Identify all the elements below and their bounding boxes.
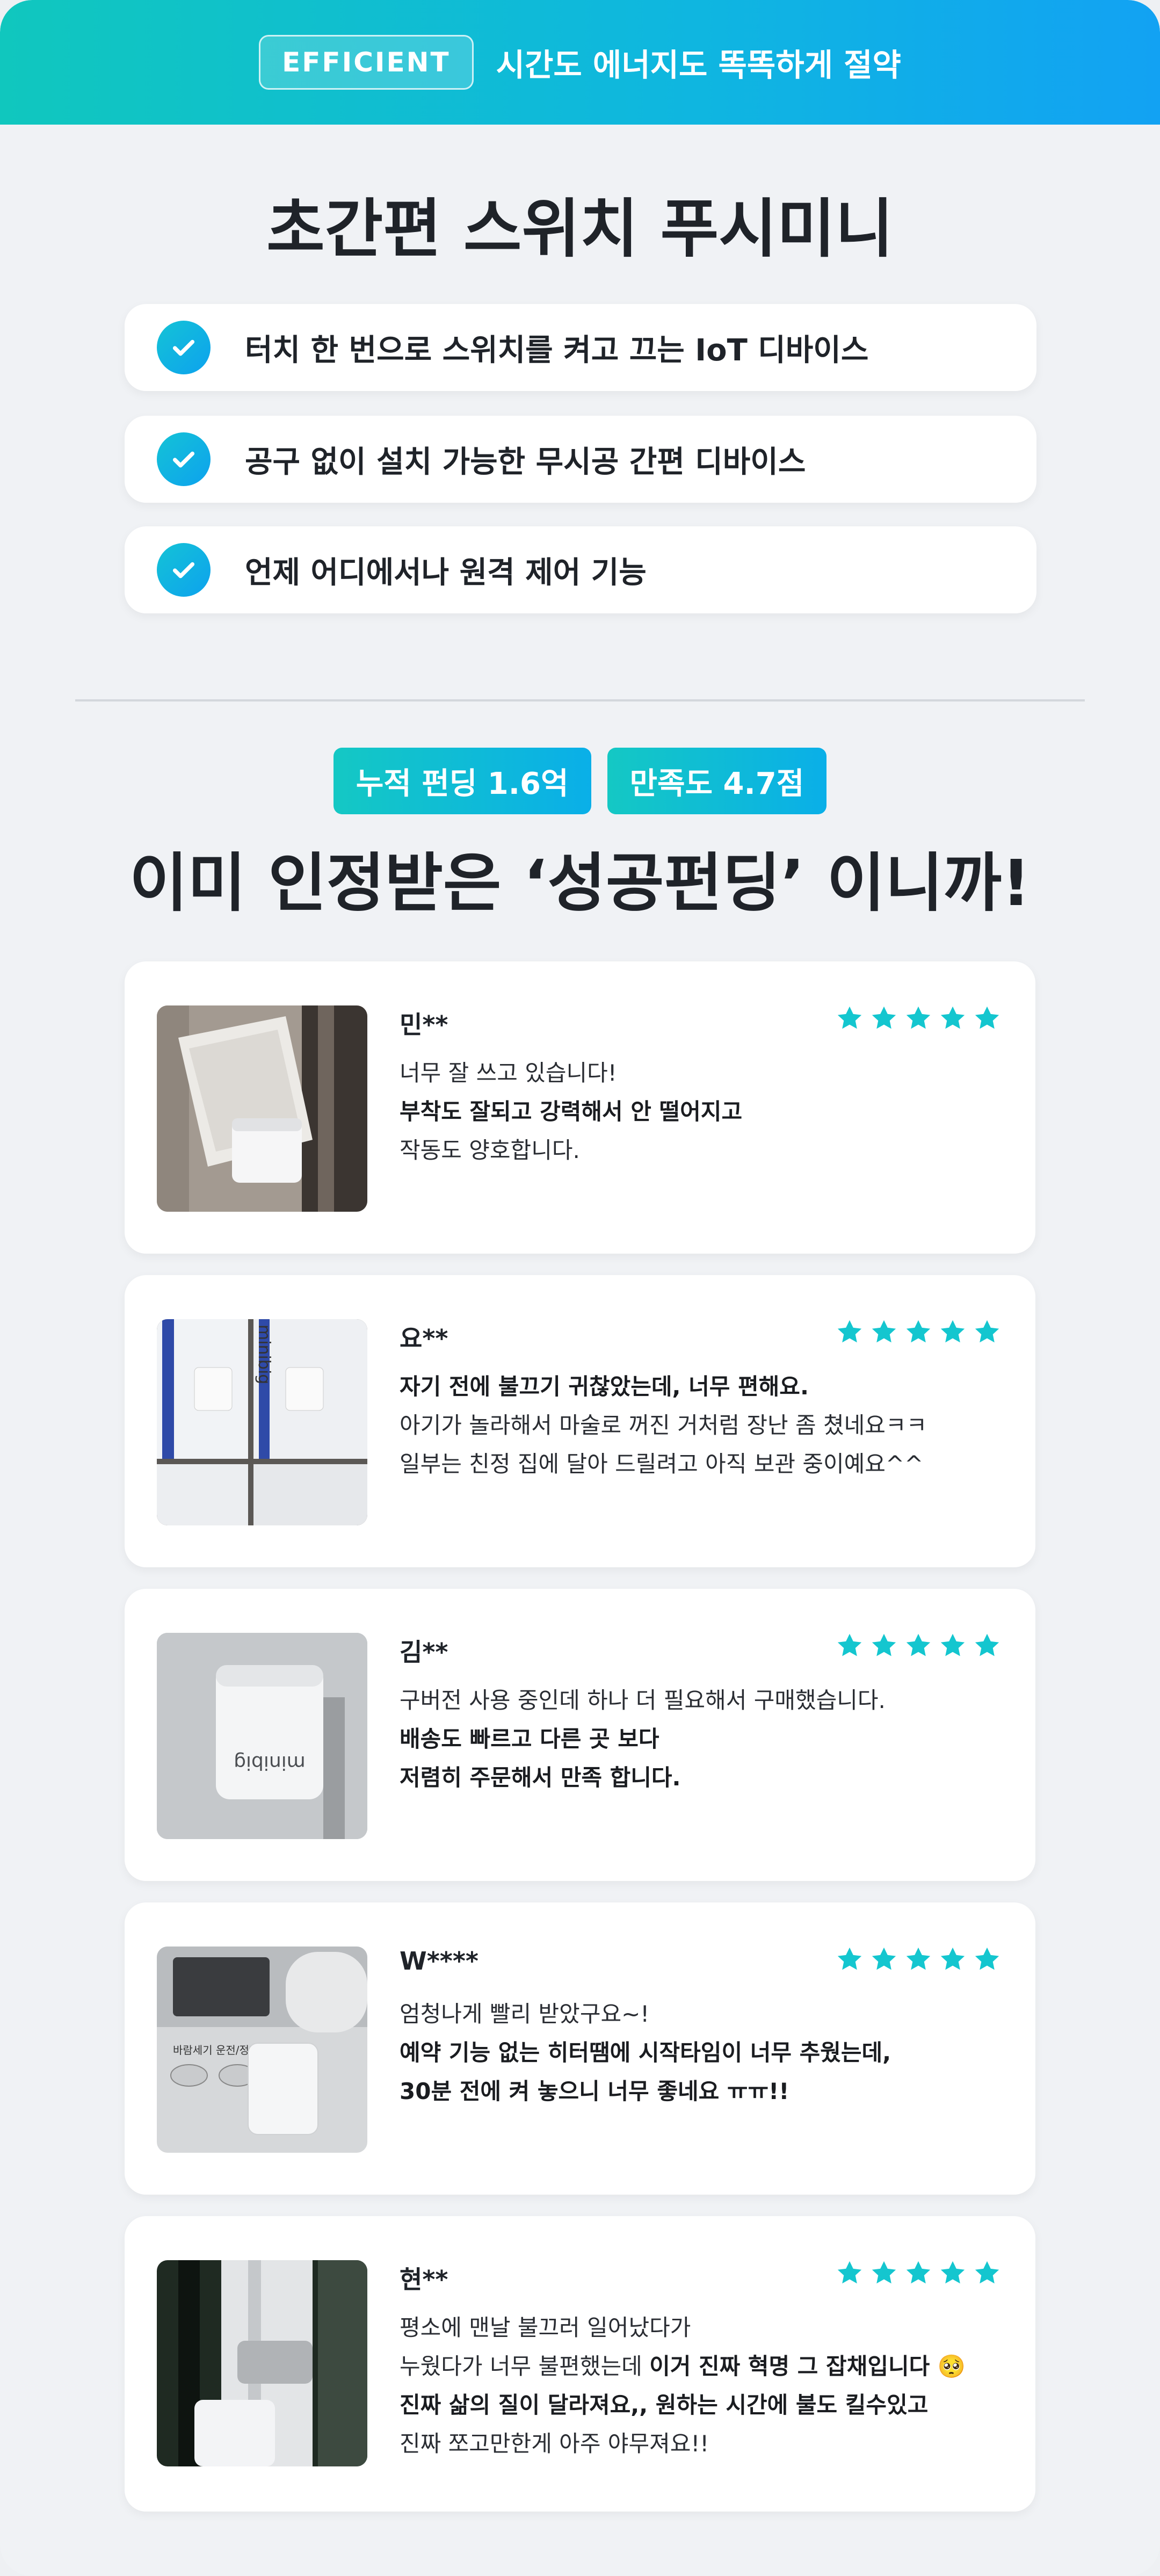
star-icon	[837, 1947, 862, 1970]
review-card: 바람세기 운전/정지 W**** 엄청나게 빨리 받았구요~! 예약 기능 없는…	[125, 1902, 1035, 2195]
review-text: 너무 잘 쓰고 있습니다! 부착도 잘되고 강력해서 안 떨어지고 작동도 양호…	[400, 1054, 1012, 1170]
stats-badges: 누적 펀딩 1.6억 만족도 4.7점	[0, 748, 1160, 814]
review-line: 아기가 놀라해서 마술로 꺼진 거처럼 장난 좀 쳤네요ㅋㅋ	[400, 1412, 927, 1438]
star-rating	[835, 1003, 1002, 1033]
reviewer-name: 현**	[400, 2265, 448, 2294]
review-line-bold-part: 이거 진짜 혁명 그 잡채입니다 🥺	[649, 2353, 966, 2379]
star-icon	[872, 1947, 896, 1970]
review-text: 자기 전에 불끄기 귀찮았는데, 너무 편해요. 아기가 놀라해서 마술로 꺼진…	[400, 1367, 1012, 1484]
star-icon	[906, 2261, 931, 2284]
review-line: 저렴히 주문해서 만족 합니다.	[400, 1764, 681, 1791]
product-title: 초간편 스위치 푸시미니	[266, 192, 894, 266]
feature-text: 언제 어디에서나 원격 제어 기능	[245, 555, 647, 590]
check-icon	[157, 543, 211, 597]
review-card: 현** 평소에 맨날 불끄러 일어났다가 누웠다가 너무 불편했는데 이거 진짜…	[125, 2216, 1035, 2512]
star-icon	[837, 1320, 862, 1343]
rating-badge: 만족도 4.7점	[607, 748, 827, 814]
review-card: minibig 김** 구버전 사용 중인데 하나 더 필요해서 구매했습니다.…	[125, 1589, 1035, 1881]
review-text: 구버전 사용 중인데 하나 더 필요해서 구매했습니다. 배송도 빠르고 다른 …	[400, 1681, 1012, 1797]
star-icon	[837, 1006, 862, 1029]
review-line: 평소에 맨날 불끄러 일어났다가	[400, 2314, 691, 2341]
funding-badge: 누적 펀딩 1.6억	[333, 748, 591, 814]
review-line: 작동도 양호합니다.	[400, 1137, 580, 1163]
section-divider	[75, 699, 1085, 701]
feature-item: 공구 없이 설치 가능한 무시공 간편 디바이스	[125, 416, 1036, 503]
star-icon	[975, 1947, 999, 1970]
star-icon	[906, 1633, 931, 1656]
review-line: 누웠다가 너무 불편했는데 이거 진짜 혁명 그 잡채입니다 🥺	[400, 2347, 1012, 2386]
review-line: 30분 전에 켜 놓으니 너무 좋네요 ㅠㅠ!!	[400, 2078, 789, 2104]
heater-button-label: 바람세기	[173, 2044, 213, 2057]
star-icon	[940, 1633, 965, 1656]
review-card: 민** 너무 잘 쓰고 있습니다! 부착도 잘되고 강력해서 안 떨어지고 작동…	[125, 961, 1035, 1254]
star-rating	[835, 1944, 1002, 1974]
check-icon	[157, 432, 211, 486]
efficient-badge: EFFICIENT	[259, 35, 474, 90]
reviewer-name: 요**	[400, 1324, 448, 1353]
star-icon	[940, 2261, 965, 2284]
star-icon	[975, 1320, 999, 1343]
star-icon	[906, 1947, 931, 1970]
check-icon	[157, 321, 211, 374]
star-icon	[940, 1006, 965, 1029]
star-icon	[940, 1947, 965, 1970]
review-photo	[157, 1005, 367, 1212]
star-icon	[975, 1633, 999, 1656]
review-line: 배송도 빠르고 다른 곳 보다	[400, 1726, 659, 1752]
review-text: 엄청나게 빨리 받았구요~! 예약 기능 없는 히터땜에 시작타임이 너무 추웠…	[400, 1995, 1012, 2111]
box-brand-text: minibig	[255, 1325, 273, 1384]
banner-tagline: 시간도 에너지도 똑똑하게 절약	[496, 47, 901, 83]
feature-item: 언제 어디에서나 원격 제어 기능	[125, 526, 1036, 613]
reviewer-name: 민**	[400, 1010, 448, 1039]
review-photo: minibig	[157, 1633, 367, 1839]
review-line: 진짜 삶의 질이 달라져요,, 원하는 시간에 불도 킬수있고	[400, 2392, 929, 2418]
page: EFFICIENT 시간도 에너지도 똑똑하게 절약 초간편 스위치 푸시미니 …	[0, 0, 1160, 2576]
review-text: 평소에 맨날 불끄러 일어났다가 누웠다가 너무 불편했는데 이거 진짜 혁명 …	[400, 2309, 1012, 2463]
star-icon	[940, 1320, 965, 1343]
review-line: 자기 전에 불끄기 귀찮았는데, 너무 편해요.	[400, 1373, 809, 1400]
review-photo	[157, 2260, 367, 2466]
review-line: 구버전 사용 중인데 하나 더 필요해서 구매했습니다.	[400, 1687, 886, 1713]
header-banner: EFFICIENT 시간도 에너지도 똑똑하게 절약	[0, 0, 1160, 125]
star-rating	[835, 2258, 1002, 2288]
star-rating	[835, 1317, 1002, 1347]
review-line: 일부는 친정 집에 달아 드릴려고 아직 보관 중이예요^^	[400, 1451, 924, 1477]
star-icon	[872, 1633, 896, 1656]
review-line: 진짜 쪼고만한게 아주 야무져요!!	[400, 2430, 709, 2457]
device-brand-text: minibig	[234, 1752, 306, 1774]
star-icon	[837, 2261, 862, 2284]
reviews-headline: 이미 인정받은 ‘성공펀딩’ 이니까!	[129, 846, 1031, 920]
feature-text: 공구 없이 설치 가능한 무시공 간편 디바이스	[245, 444, 806, 480]
feature-item: 터치 한 번으로 스위치를 켜고 끄는 IoT 디바이스	[125, 304, 1036, 391]
reviewer-name: W****	[400, 1947, 479, 1976]
star-icon	[872, 2261, 896, 2284]
star-icon	[837, 1633, 862, 1656]
review-card: minibig 요** 자기 전에 불끄기 귀찮았는데, 너무 편해요. 아기가…	[125, 1275, 1035, 1567]
star-rating	[835, 1631, 1002, 1661]
star-icon	[906, 1320, 931, 1343]
review-line: 너무 잘 쓰고 있습니다!	[400, 1060, 617, 1086]
review-line-part: 누웠다가 너무 불편했는데	[400, 2353, 650, 2379]
review-line: 엄청나게 빨리 받았구요~!	[400, 2001, 650, 2027]
star-icon	[975, 2261, 999, 2284]
star-icon	[975, 1006, 999, 1029]
review-photo: minibig	[157, 1319, 367, 1525]
star-icon	[906, 1006, 931, 1029]
feature-text: 터치 한 번으로 스위치를 켜고 끄는 IoT 디바이스	[245, 332, 869, 368]
reviewer-name: 김**	[400, 1638, 448, 1667]
review-line: 부착도 잘되고 강력해서 안 떨어지고	[400, 1098, 743, 1125]
star-icon	[872, 1006, 896, 1029]
star-icon	[872, 1320, 896, 1343]
review-line: 예약 기능 없는 히터땜에 시작타임이 너무 추웠는데,	[400, 2039, 891, 2066]
review-photo: 바람세기 운전/정지	[157, 1947, 367, 2153]
